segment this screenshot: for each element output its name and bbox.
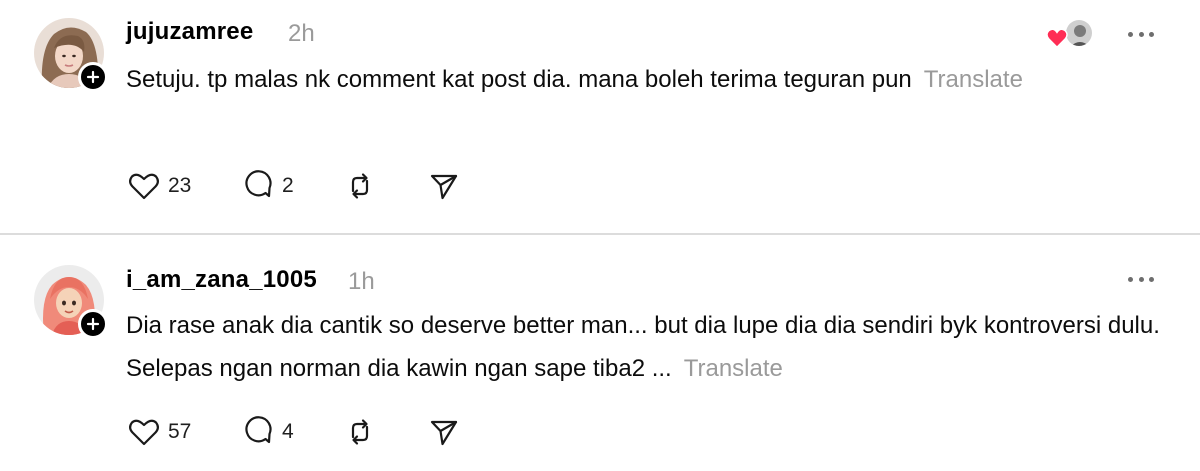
post-text: Dia rase anak dia cantik so deserve bett… xyxy=(126,312,1160,382)
send-paper-plane-icon xyxy=(430,174,458,200)
liker-avatar xyxy=(1064,18,1094,48)
like-button[interactable]: 57 xyxy=(128,415,191,449)
username[interactable]: jujuzamree xyxy=(126,18,253,46)
repost-button[interactable] xyxy=(344,415,376,449)
heart-outline-icon xyxy=(129,173,159,200)
more-dots-icon xyxy=(1128,276,1133,282)
timestamp[interactable]: 1h xyxy=(348,268,375,296)
like-button[interactable]: 23 xyxy=(128,169,191,203)
follow-button[interactable] xyxy=(78,62,108,92)
speech-bubble-icon xyxy=(245,170,272,198)
more-dots-icon xyxy=(1128,31,1133,37)
repost-arrows-icon xyxy=(351,419,369,445)
translate-link[interactable]: Translate xyxy=(684,355,783,382)
send-paper-plane-icon xyxy=(430,420,458,446)
avatar-wrapper[interactable] xyxy=(34,18,108,92)
more-options-button[interactable] xyxy=(1124,24,1158,44)
heart-outline-icon xyxy=(129,419,159,446)
avatar-wrapper[interactable] xyxy=(34,265,108,339)
reply-button[interactable]: 2 xyxy=(242,169,294,203)
timestamp[interactable]: 2h xyxy=(288,20,315,48)
thread-post: jujuzamree 2h Setuju. tp malas nk commen… xyxy=(0,0,1200,234)
post-body: Dia rase anak dia cantik so deserve bett… xyxy=(126,304,1166,390)
repost-button[interactable] xyxy=(344,169,376,203)
share-button[interactable] xyxy=(428,415,460,449)
plus-icon xyxy=(86,70,100,84)
speech-bubble-icon xyxy=(245,416,272,444)
share-button[interactable] xyxy=(428,169,460,203)
follow-button[interactable] xyxy=(78,309,108,339)
post-body: Setuju. tp malas nk comment kat post dia… xyxy=(126,58,1026,101)
like-count: 23 xyxy=(168,174,192,197)
action-bar: 57 4 xyxy=(126,415,526,449)
liked-by-indicator[interactable] xyxy=(1046,18,1094,50)
action-bar: 23 2 xyxy=(126,169,526,203)
repost-arrows-icon xyxy=(351,173,369,199)
like-count: 57 xyxy=(168,420,192,443)
reply-count: 2 xyxy=(282,174,294,197)
translate-link[interactable]: Translate xyxy=(924,66,1023,93)
liker-avatar-image-icon xyxy=(1066,20,1092,46)
more-options-button[interactable] xyxy=(1124,269,1158,289)
username[interactable]: i_am_zana_1005 xyxy=(126,266,317,294)
thread-post: i_am_zana_1005 1h Dia rase anak dia cant… xyxy=(0,235,1200,471)
reply-button[interactable]: 4 xyxy=(242,415,294,449)
red-heart-icon xyxy=(1046,28,1068,48)
plus-icon xyxy=(86,317,100,331)
reply-count: 4 xyxy=(282,420,294,443)
post-text: Setuju. tp malas nk comment kat post dia… xyxy=(126,66,912,93)
